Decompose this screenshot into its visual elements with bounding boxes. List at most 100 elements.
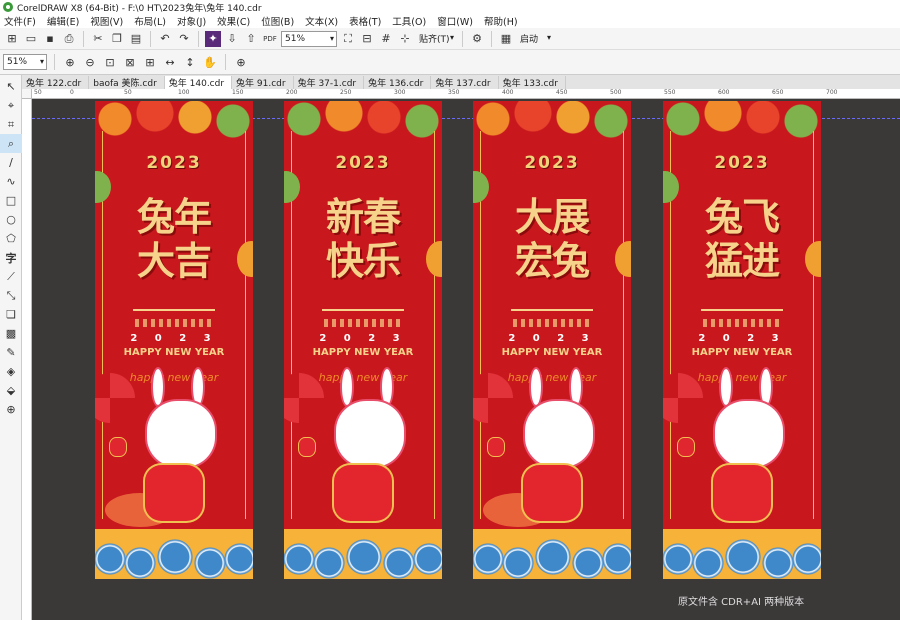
- smart-fill-icon[interactable]: ⬙: [0, 381, 22, 400]
- rabbit-head: [523, 399, 595, 469]
- menu-view[interactable]: 视图(V): [90, 14, 123, 28]
- menu-tools[interactable]: 工具(O): [392, 14, 426, 28]
- print-icon[interactable]: ⎙: [61, 31, 77, 47]
- add-tool-plus-icon[interactable]: ⊕: [233, 54, 249, 70]
- crop-tool-icon[interactable]: ⌗: [0, 115, 22, 134]
- launch-app-icon[interactable]: ▦: [498, 31, 514, 47]
- drop-shadow-icon[interactable]: ❏: [0, 305, 22, 324]
- menu-table[interactable]: 表格(T): [349, 14, 381, 28]
- year-spaced: 2 0 2 3: [508, 333, 596, 344]
- tab-label: 兔年 91.cdr: [236, 79, 286, 89]
- transparency-tool-icon[interactable]: ▩: [0, 324, 22, 343]
- menu-file[interactable]: 文件(F): [4, 14, 36, 28]
- undo-icon[interactable]: ↶: [157, 31, 173, 47]
- banner-design[interactable]: 2023 兔飞 猛进 2 0 2 3 HAPPY NEW YEAR happy …: [663, 101, 821, 579]
- export-icon[interactable]: ⇧: [243, 31, 259, 47]
- zoom-in-icon[interactable]: ⊕: [62, 54, 78, 70]
- open-folder-icon[interactable]: ▭: [23, 31, 39, 47]
- drawing-canvas[interactable]: 2023 兔年 大吉 2 0 2 3 HAPPY NEW YEAR happy …: [32, 99, 900, 620]
- options-gear-icon[interactable]: ⚙: [469, 31, 485, 47]
- shape-tool-icon[interactable]: ⌖: [0, 96, 22, 115]
- tab-document[interactable]: 兔年 91.cdr: [232, 76, 294, 89]
- interactive-fill-icon[interactable]: ◈: [0, 362, 22, 381]
- horizontal-ruler[interactable]: 50 0 50 100 150 200 250 300 350 400 450 …: [32, 89, 900, 99]
- artistic-media-icon[interactable]: ∿: [0, 172, 22, 191]
- import-icon[interactable]: ⇩: [224, 31, 240, 47]
- tab-document[interactable]: 兔年 122.cdr: [22, 76, 90, 89]
- save-icon[interactable]: ▪: [42, 31, 58, 47]
- vertical-ruler[interactable]: [22, 99, 32, 620]
- show-guidelines-icon[interactable]: ⊹: [397, 31, 413, 47]
- zoom-level-select[interactable]: 51% ▾: [281, 30, 337, 47]
- launch-dropdown[interactable]: 启动 ▾: [517, 31, 553, 47]
- add-tool-icon[interactable]: ⊕: [0, 400, 22, 419]
- tab-document[interactable]: 兔年 37-1.cdr: [294, 76, 365, 89]
- freehand-tool-icon[interactable]: ∕: [0, 153, 22, 172]
- ruler-label: 300: [394, 89, 406, 96]
- greeting-text: HAPPY NEW YEAR: [312, 347, 414, 358]
- tab-document[interactable]: baofa 美陈.cdr: [89, 76, 165, 89]
- wave-pattern: [473, 529, 631, 579]
- propbar-zoom-select[interactable]: 51% ▾: [3, 54, 47, 70]
- document-tabs: 兔年 122.cdr baofa 美陈.cdr 兔年 140.cdr 兔年 91…: [22, 75, 900, 89]
- pick-tool-icon[interactable]: ↖: [0, 77, 22, 96]
- standard-toolbar: ⊞ ▭ ▪ ⎙ ✂ ❐ ▤ ↶ ↷ ✦ ⇩ ⇧ PDF 51% ▾ ⛶ ⊟ # ⊹…: [0, 28, 900, 50]
- text-tool-icon[interactable]: 字: [0, 248, 22, 267]
- copy-icon[interactable]: ❐: [109, 31, 125, 47]
- snap-to-dropdown[interactable]: 贴齐(T) ▾: [416, 31, 456, 47]
- menu-help[interactable]: 帮助(H): [484, 14, 518, 28]
- script-greeting: happy new year: [318, 371, 408, 384]
- rectangle-tool-icon[interactable]: □: [0, 191, 22, 210]
- ellipse-tool-icon[interactable]: ○: [0, 210, 22, 229]
- pdf-icon[interactable]: PDF: [262, 31, 278, 47]
- zoom-height-icon[interactable]: ↕: [182, 54, 198, 70]
- tab-document[interactable]: 兔年 133.cdr: [499, 76, 566, 89]
- paste-icon[interactable]: ▤: [128, 31, 144, 47]
- menu-bitmaps[interactable]: 位图(B): [261, 14, 294, 28]
- full-screen-icon[interactable]: ⛶: [340, 31, 356, 47]
- zoom-width-icon[interactable]: ↔: [162, 54, 178, 70]
- zoom-tool-icon[interactable]: ⌕: [0, 134, 22, 153]
- cut-icon[interactable]: ✂: [90, 31, 106, 47]
- lantern-decoration: [487, 437, 505, 457]
- tab-document[interactable]: 兔年 136.cdr: [364, 76, 432, 89]
- menu-object[interactable]: 对象(J): [177, 14, 206, 28]
- menu-window[interactable]: 窗口(W): [437, 14, 473, 28]
- rabbit-body: [143, 463, 205, 523]
- show-rulers-icon[interactable]: ⊟: [359, 31, 375, 47]
- toolbar-separator: [150, 30, 151, 47]
- menu-layout[interactable]: 布局(L): [134, 14, 166, 28]
- new-document-icon[interactable]: ⊞: [4, 31, 20, 47]
- ruler-origin[interactable]: [22, 89, 32, 99]
- zoom-page-icon[interactable]: ⊞: [142, 54, 158, 70]
- search-content-icon[interactable]: ✦: [205, 30, 221, 47]
- connector-tool-icon[interactable]: ⤡: [0, 286, 22, 305]
- ruler-label: 100: [178, 89, 190, 96]
- eyedropper-tool-icon[interactable]: ✎: [0, 343, 22, 362]
- polygon-tool-icon[interactable]: ⬠: [0, 229, 22, 248]
- ruler-label: 450: [556, 89, 568, 96]
- ruler-label: 700: [826, 89, 838, 96]
- zoom-all-objects-icon[interactable]: ⊠: [122, 54, 138, 70]
- year-spaced: 2 0 2 3: [698, 333, 786, 344]
- menu-edit[interactable]: 编辑(E): [47, 14, 79, 28]
- toolbar-separator: [491, 30, 492, 47]
- menu-effects[interactable]: 效果(C): [217, 14, 250, 28]
- ruler-label: 200: [286, 89, 298, 96]
- tab-document-active[interactable]: 兔年 140.cdr: [164, 76, 233, 89]
- pan-hand-icon[interactable]: ✋: [202, 54, 218, 70]
- parallel-dimension-icon[interactable]: ⟋: [0, 267, 22, 286]
- tab-document[interactable]: 兔年 137.cdr: [431, 76, 499, 89]
- menu-text[interactable]: 文本(X): [305, 14, 338, 28]
- banner-design[interactable]: 2023 新春 快乐 2 0 2 3 HAPPY NEW YEAR happy …: [284, 101, 442, 579]
- banner-title-line1: 兔年: [136, 195, 212, 239]
- show-grid-icon[interactable]: #: [378, 31, 394, 47]
- banner-title-line2: 宏兔: [514, 239, 590, 283]
- zoom-out-icon[interactable]: ⊖: [82, 54, 98, 70]
- banner-design[interactable]: 2023 兔年 大吉 2 0 2 3 HAPPY NEW YEAR happy …: [95, 101, 253, 579]
- year-logo: 2023: [146, 153, 202, 173]
- banner-design[interactable]: 2023 大展 宏兔 2 0 2 3 HAPPY NEW YEAR happy …: [473, 101, 631, 579]
- redo-icon[interactable]: ↷: [176, 31, 192, 47]
- ruler-label: 350: [448, 89, 460, 96]
- zoom-selected-icon[interactable]: ⊡: [102, 54, 118, 70]
